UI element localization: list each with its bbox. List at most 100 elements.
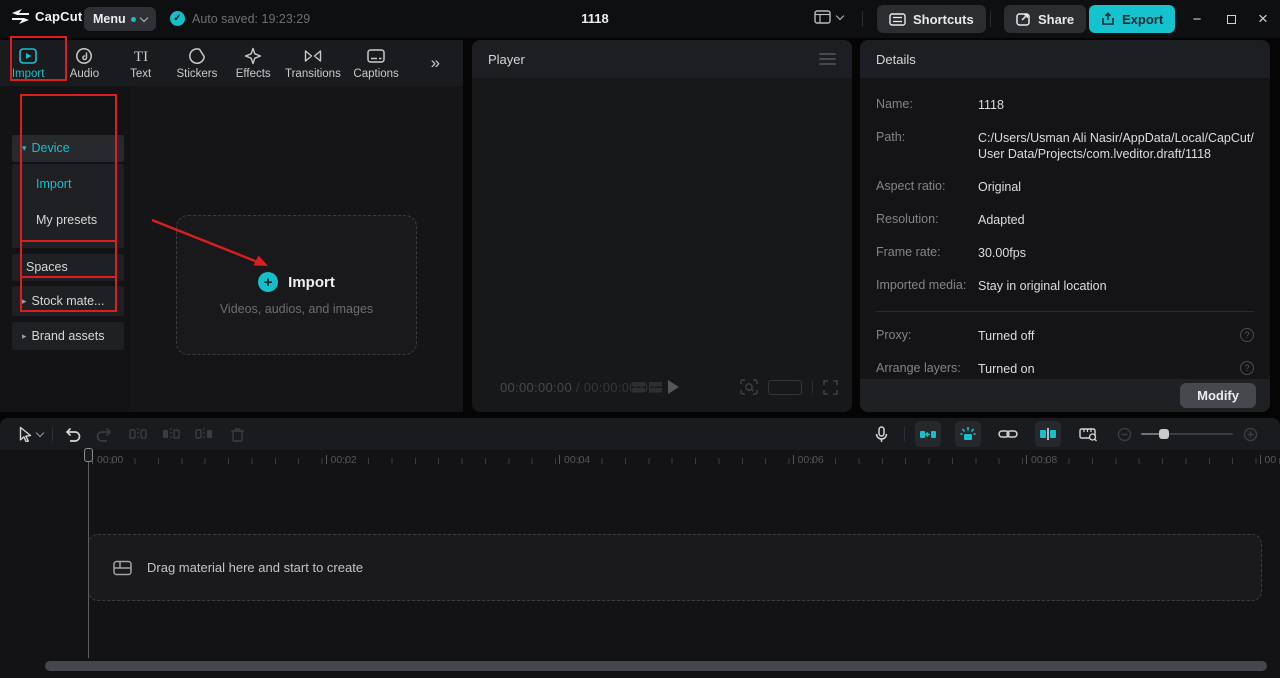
timeline-zoom-slider[interactable] bbox=[1141, 421, 1233, 447]
sidebar-item-spaces[interactable]: Spaces bbox=[12, 254, 124, 281]
track-dropzone-hint: Drag material here and start to create bbox=[147, 560, 364, 575]
detail-row-proxy: Proxy: Turned off ? bbox=[876, 328, 1254, 344]
minimize-button[interactable]: − bbox=[1183, 8, 1211, 30]
tab-import[interactable]: Import bbox=[0, 40, 56, 86]
snap-frame-icon[interactable] bbox=[740, 379, 758, 395]
expand-tabs-button[interactable]: » bbox=[408, 40, 463, 86]
divider bbox=[904, 427, 905, 441]
media-content-area: + Import Videos, audios, and images bbox=[130, 86, 463, 412]
aspect-ratio-button[interactable] bbox=[768, 379, 802, 395]
transitions-tab-icon bbox=[304, 49, 322, 62]
monitor-layout-icon bbox=[814, 10, 831, 24]
player-menu-icon[interactable] bbox=[819, 53, 836, 65]
zoom-out-button[interactable] bbox=[1111, 421, 1137, 447]
chevron-down-icon bbox=[835, 11, 845, 20]
detail-row-imported-media: Imported media: Stay in original locatio… bbox=[876, 278, 1107, 293]
capcut-logo-icon bbox=[12, 9, 29, 24]
captions-tab-icon bbox=[367, 48, 385, 63]
tab-text[interactable]: TI Text bbox=[113, 40, 169, 86]
preview-axis-toggle[interactable] bbox=[1035, 421, 1061, 447]
svg-text:TI: TI bbox=[134, 49, 148, 65]
share-button[interactable]: Share bbox=[1004, 5, 1087, 33]
fullscreen-icon[interactable] bbox=[823, 379, 838, 395]
timeline-panel: 00:00 00:02 00:04 00:06 00:08 00 Drag materia… bbox=[0, 418, 1280, 678]
stickers-tab-icon bbox=[189, 47, 205, 64]
zoom-slider-handle[interactable] bbox=[1159, 429, 1169, 439]
app-logo: CapCut bbox=[12, 9, 82, 24]
divider bbox=[52, 427, 53, 441]
main-track-magnetism-toggle[interactable] bbox=[955, 421, 981, 447]
sidebar-item-device[interactable]: ▾ Device bbox=[12, 135, 124, 162]
sidebar-item-brand-assets[interactable]: ▸ Brand assets bbox=[12, 322, 124, 350]
caret-right-icon: ▸ bbox=[22, 295, 27, 306]
track-dropzone[interactable]: Drag material here and start to create bbox=[88, 534, 1262, 601]
delete-left-button[interactable] bbox=[158, 421, 184, 447]
tab-captions[interactable]: Captions bbox=[345, 40, 408, 86]
undo-button[interactable] bbox=[59, 421, 85, 447]
detail-row-frame-rate: Frame rate: 30.00fps bbox=[876, 245, 1026, 260]
detail-row-name: Name: 1118 bbox=[876, 97, 1004, 112]
import-dropzone-subtitle: Videos, audios, and images bbox=[219, 302, 374, 316]
modify-button[interactable]: Modify bbox=[1180, 383, 1256, 408]
divider bbox=[876, 311, 1254, 312]
export-button[interactable]: Export bbox=[1089, 5, 1176, 33]
split-button[interactable] bbox=[125, 421, 151, 447]
tab-transitions[interactable]: Transitions bbox=[281, 40, 344, 86]
select-tool-button[interactable] bbox=[14, 421, 46, 447]
auto-linking-toggle[interactable] bbox=[995, 421, 1021, 447]
text-tab-icon: TI bbox=[134, 49, 148, 65]
divider bbox=[990, 11, 991, 27]
player-header: Player bbox=[472, 40, 852, 78]
redo-button[interactable] bbox=[91, 421, 117, 447]
help-icon[interactable]: ? bbox=[1240, 328, 1254, 342]
autosave-text: Auto saved: 19:23:29 bbox=[192, 11, 311, 26]
zoom-in-button[interactable] bbox=[1237, 421, 1263, 447]
timeline-toolbar bbox=[0, 418, 1280, 450]
close-button[interactable]: × bbox=[1249, 8, 1277, 30]
delete-right-button[interactable] bbox=[191, 421, 217, 447]
chevron-down-icon bbox=[139, 13, 148, 22]
titlebar: CapCut Menu ✓ Auto saved: 19:23:29 1118 bbox=[0, 0, 1280, 38]
playhead-handle[interactable] bbox=[84, 448, 93, 462]
export-icon bbox=[1102, 12, 1114, 25]
preview-quality-icon[interactable] bbox=[632, 381, 662, 394]
delete-button[interactable] bbox=[224, 421, 250, 447]
shortcuts-button[interactable]: Shortcuts bbox=[877, 5, 986, 33]
record-voiceover-button[interactable] bbox=[868, 421, 894, 447]
maximize-button[interactable] bbox=[1217, 8, 1245, 30]
import-dropzone[interactable]: + Import Videos, audios, and images bbox=[176, 215, 417, 355]
keyboard-icon bbox=[889, 12, 906, 26]
play-button[interactable] bbox=[668, 380, 679, 394]
tab-audio[interactable]: Audio bbox=[56, 40, 112, 86]
menu-button[interactable]: Menu bbox=[84, 7, 156, 31]
horizontal-scrollbar[interactable] bbox=[45, 661, 1267, 671]
details-footer: Modify bbox=[860, 379, 1270, 412]
timeline-snapping-button[interactable] bbox=[1075, 421, 1101, 447]
detail-row-aspect-ratio: Aspect ratio: Original bbox=[876, 179, 1022, 194]
tab-stickers[interactable]: Stickers bbox=[169, 40, 225, 86]
project-title: 1118 bbox=[581, 11, 609, 26]
playhead-line bbox=[88, 452, 89, 658]
maximize-icon bbox=[1226, 14, 1236, 24]
layout-switch-button[interactable] bbox=[814, 10, 845, 24]
details-title: Details bbox=[876, 51, 916, 67]
details-body: Name: 1118 Path: C:/Users/Usman Ali Nasi… bbox=[860, 78, 1270, 394]
effects-tab-icon bbox=[244, 47, 262, 64]
help-icon[interactable]: ? bbox=[1240, 361, 1254, 375]
check-icon: ✓ bbox=[170, 11, 185, 26]
ruler-label: 00:02 bbox=[326, 454, 357, 466]
chevron-down-icon bbox=[35, 428, 44, 437]
caret-down-icon: ▾ bbox=[22, 142, 27, 153]
divider bbox=[862, 11, 863, 27]
player-panel: Player 00:00:00:00 / 00:00:00:00 bbox=[472, 40, 852, 412]
tab-effects[interactable]: Effects bbox=[225, 40, 281, 86]
ripple-delete-toggle[interactable] bbox=[915, 421, 941, 447]
details-header: Details bbox=[860, 40, 1270, 78]
caret-right-icon: ▸ bbox=[22, 330, 27, 341]
sidebar-item-import[interactable]: Import bbox=[36, 177, 71, 191]
detail-row-path: Path: C:/Users/Usman Ali Nasir/AppData/L… bbox=[876, 130, 1254, 161]
sidebar-item-my-presets[interactable]: My presets bbox=[36, 213, 97, 227]
sidebar-item-stock-materials[interactable]: ▸ Stock mate... bbox=[12, 286, 124, 316]
detail-row-arrange-layers: Arrange layers: Turned on ? bbox=[876, 361, 1254, 377]
timeline-ruler[interactable]: 00:00 00:02 00:04 00:06 00:08 00 bbox=[0, 450, 1280, 472]
